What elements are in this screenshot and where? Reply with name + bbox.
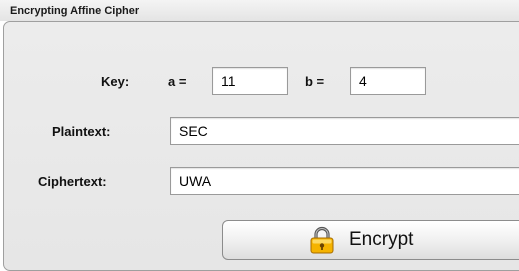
- window-title: Encrypting Affine Cipher: [10, 5, 140, 17]
- plaintext-input[interactable]: [170, 117, 519, 145]
- b-label: b =: [305, 74, 325, 89]
- b-input[interactable]: [350, 67, 426, 95]
- encrypt-button-label: Encrypt: [349, 229, 414, 250]
- plaintext-label: Plaintext:: [52, 124, 111, 139]
- a-input[interactable]: [212, 67, 288, 95]
- ciphertext-label: Ciphertext:: [38, 174, 107, 189]
- lock-icon: [310, 226, 334, 254]
- key-label: Key:: [101, 74, 130, 89]
- encrypt-button[interactable]: Encrypt: [222, 220, 519, 260]
- a-label: a =: [168, 74, 187, 89]
- ciphertext-output[interactable]: [170, 167, 519, 195]
- title-bar: Encrypting Affine Cipher: [0, 0, 519, 21]
